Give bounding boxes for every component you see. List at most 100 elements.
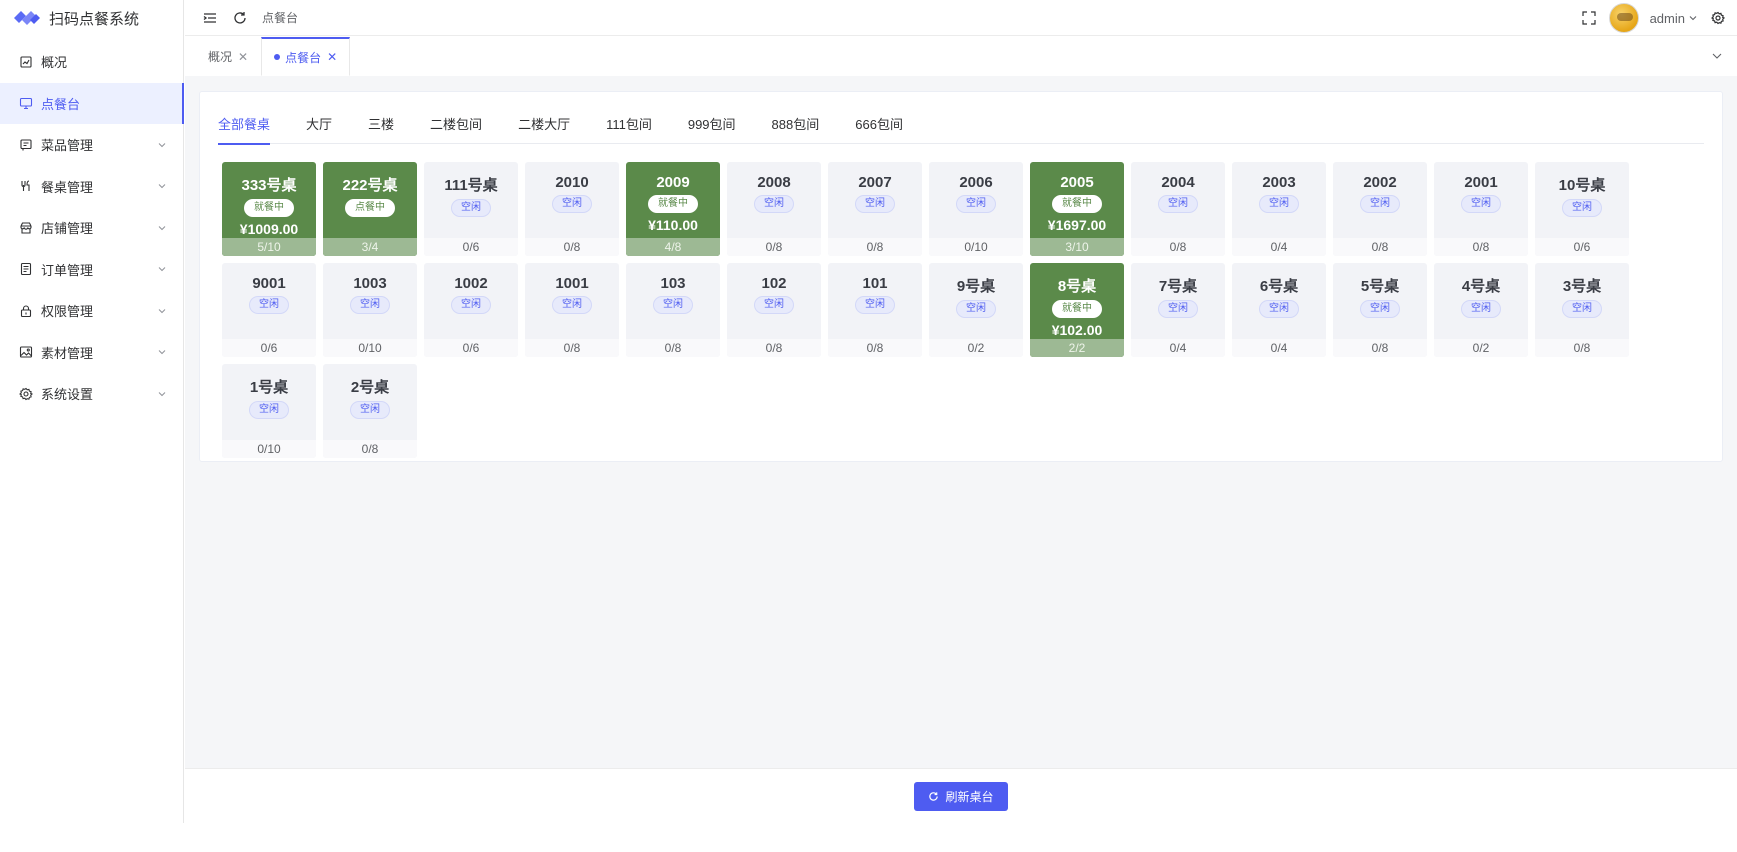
table-name: 101: [862, 275, 888, 292]
table-card[interactable]: 2003 空闲 0/4: [1232, 162, 1326, 256]
sidebar-item-1[interactable]: 点餐台: [0, 82, 184, 124]
user-name[interactable]: admin: [1650, 11, 1685, 26]
table-card[interactable]: 1002 空闲 0/6: [424, 263, 518, 357]
table-card-body: 9号桌 空闲: [929, 263, 1023, 339]
table-seats: 0/2: [929, 339, 1023, 357]
table-card[interactable]: 2006 空闲 0/10: [929, 162, 1023, 256]
tabs-dropdown-icon[interactable]: [1711, 50, 1723, 62]
table-card[interactable]: 9号桌 空闲 0/2: [929, 263, 1023, 357]
status-badge: 空闲: [754, 296, 794, 314]
table-card[interactable]: 2号桌 空闲 0/8: [323, 364, 417, 458]
table-card[interactable]: 8号桌 就餐中 ¥102.00 2/2: [1030, 263, 1124, 357]
table-card[interactable]: 10号桌 空闲 0/6: [1535, 162, 1629, 256]
table-card[interactable]: 5号桌 空闲 0/8: [1333, 263, 1427, 357]
table-card[interactable]: 111号桌 空闲 0/6: [424, 162, 518, 256]
table-card[interactable]: 4号桌 空闲 0/2: [1434, 263, 1528, 357]
table-card[interactable]: 1号桌 空闲 0/10: [222, 364, 316, 458]
table-card[interactable]: 6号桌 空闲 0/4: [1232, 263, 1326, 357]
table-card[interactable]: 1001 空闲 0/8: [525, 263, 619, 357]
category-tab-2[interactable]: 三楼: [368, 114, 394, 144]
avatar[interactable]: [1608, 3, 1639, 33]
table-card[interactable]: 2010 空闲 0/8: [525, 162, 619, 256]
table-card[interactable]: 7号桌 空闲 0/4: [1131, 263, 1225, 357]
category-tab-0[interactable]: 全部餐桌: [218, 114, 271, 145]
tab-1[interactable]: 点餐台 ✕: [261, 37, 351, 76]
category-tab-8[interactable]: 666包间: [855, 114, 903, 144]
table-name: 2010: [555, 174, 589, 191]
fullscreen-icon[interactable]: [1581, 11, 1596, 25]
sidebar-item-label: 订单管理: [41, 262, 94, 278]
table-card[interactable]: 9001 空闲 0/6: [222, 263, 316, 357]
table-card[interactable]: 2005 就餐中 ¥1697.00 3/10: [1030, 162, 1124, 256]
table-card-body: 1002 空闲: [424, 263, 518, 339]
table-seats: 0/6: [424, 238, 518, 256]
sidebar-item-7[interactable]: 素材管理: [0, 332, 183, 374]
table-card[interactable]: 103 空闲 0/8: [626, 263, 720, 357]
table-card[interactable]: 102 空闲 0/8: [727, 263, 821, 357]
table-seats: 3/4: [323, 238, 417, 256]
sidebar-item-2[interactable]: 菜品管理: [0, 124, 183, 166]
sidebar-item-0[interactable]: 概况: [0, 41, 183, 83]
category-tab-4[interactable]: 二楼大厅: [518, 114, 570, 144]
refresh-tables-button[interactable]: 刷新桌台: [914, 781, 1008, 811]
page-tabs: 概况 ✕ 点餐台 ✕: [185, 37, 1737, 76]
chevron-down-icon: [158, 142, 166, 147]
header-right: admin: [1581, 0, 1725, 36]
table-card[interactable]: 2002 空闲 0/8: [1333, 162, 1427, 256]
table-card-body: 5号桌 空闲: [1333, 263, 1427, 339]
chevron-down-icon[interactable]: [1688, 13, 1698, 23]
status-badge: 空闲: [350, 401, 390, 419]
sidebar-item-label: 店铺管理: [41, 221, 94, 237]
menu-collapse-icon[interactable]: [202, 10, 218, 26]
category-tab-1[interactable]: 大厅: [306, 114, 332, 144]
table-name: 9001: [252, 275, 286, 292]
breadcrumb: 点餐台: [262, 11, 299, 25]
table-seats: 0/8: [1535, 339, 1629, 357]
table-card-body: 7号桌 空闲: [1131, 263, 1225, 339]
table-card[interactable]: 1003 空闲 0/10: [323, 263, 417, 357]
table-name: 1003: [353, 275, 387, 292]
table-name: 2008: [757, 174, 791, 191]
table-card-body: 101 空闲: [828, 263, 922, 339]
message-square-icon: [20, 139, 32, 151]
sidebar-item-8[interactable]: 系统设置: [0, 373, 183, 415]
chevron-down-icon: [158, 350, 166, 355]
table-name: 7号桌: [1158, 278, 1198, 295]
sidebar-item-3[interactable]: 餐桌管理: [0, 166, 183, 208]
table-card[interactable]: 2004 空闲 0/8: [1131, 162, 1225, 256]
table-name: 2009: [656, 174, 690, 191]
table-seats: 0/2: [1434, 339, 1528, 357]
category-tab-7[interactable]: 888包间: [772, 114, 820, 144]
table-card[interactable]: 3号桌 空闲 0/8: [1535, 263, 1629, 357]
table-card[interactable]: 2001 空闲 0/8: [1434, 162, 1528, 256]
tab-label: 概况: [208, 50, 233, 64]
gear-icon[interactable]: [1711, 11, 1725, 25]
sidebar-item-6[interactable]: 权限管理: [0, 290, 183, 332]
table-seats: 0/8: [828, 339, 922, 357]
table-card[interactable]: 222号桌 点餐中 3/4: [323, 162, 417, 256]
table-card-body: 222号桌 点餐中: [323, 162, 417, 238]
category-tab-5[interactable]: 111包间: [606, 114, 652, 144]
sidebar-item-4[interactable]: 店铺管理: [0, 207, 183, 249]
table-card[interactable]: 101 空闲 0/8: [828, 263, 922, 357]
table-card[interactable]: 333号桌 就餐中 ¥1009.00 5/10: [222, 162, 316, 256]
refresh-icon[interactable]: [232, 10, 248, 26]
sidebar-item-5[interactable]: 订单管理: [0, 249, 183, 291]
table-card[interactable]: 2009 就餐中 ¥110.00 4/8: [626, 162, 720, 256]
status-badge: 空闲: [1562, 199, 1602, 217]
close-icon[interactable]: ✕: [238, 50, 248, 64]
app-logo[interactable]: 扫码点餐系统: [0, 0, 183, 36]
table-amount: ¥110.00: [648, 217, 698, 233]
tab-0[interactable]: 概况 ✕: [195, 37, 261, 76]
table-board: 全部餐桌 大厅 三楼 二楼包间 二楼大厅 111包间 999包间 888包间 666包间 333…: [199, 91, 1723, 462]
table-card-body: 6号桌 空闲: [1232, 263, 1326, 339]
status-badge: 就餐中: [1052, 195, 1102, 213]
table-card[interactable]: 2007 空闲 0/8: [828, 162, 922, 256]
table-card[interactable]: 2008 空闲 0/8: [727, 162, 821, 256]
table-seats: 0/8: [1333, 339, 1427, 357]
sidebar-item-label: 菜品管理: [41, 138, 94, 154]
category-tab-6[interactable]: 999包间: [688, 114, 736, 144]
category-tab-3[interactable]: 二楼包间: [430, 114, 482, 144]
close-icon[interactable]: ✕: [327, 50, 337, 64]
status-badge: 空闲: [1562, 300, 1602, 318]
